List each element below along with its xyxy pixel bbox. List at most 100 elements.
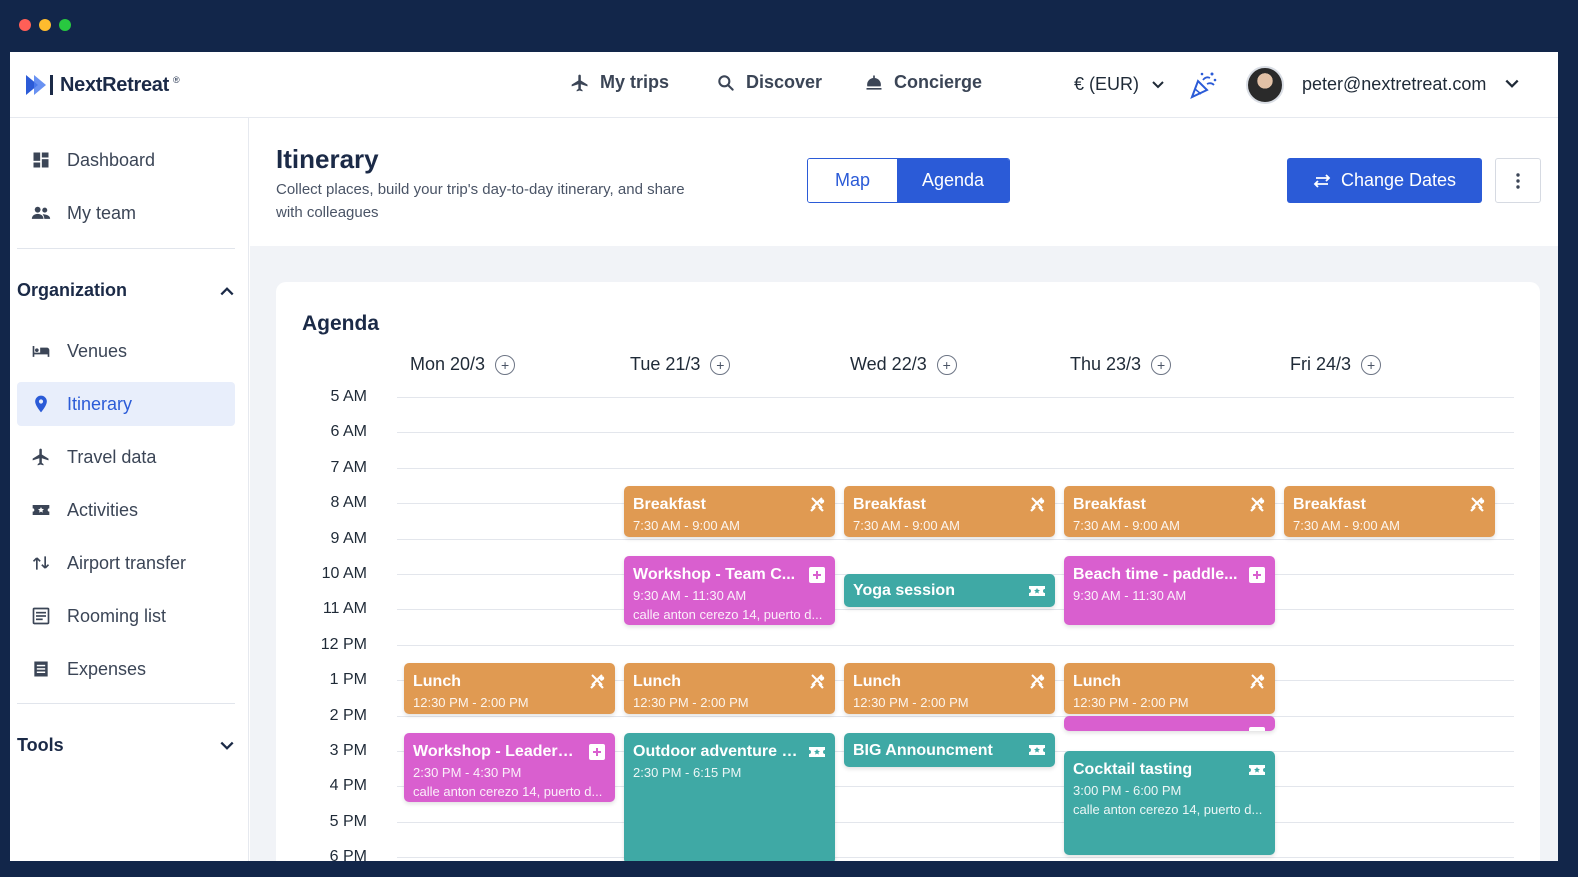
day-label: Mon 20/3 (410, 354, 486, 374)
nav-discover[interactable]: Discover (716, 72, 822, 93)
hour-label: 10 AM (321, 565, 367, 582)
hour-label: 5 AM (330, 388, 367, 405)
event-title: Lunch (1073, 672, 1121, 690)
add-event-plus-icon[interactable]: + (1361, 354, 1382, 375)
agenda-event[interactable]: Breakfast 7:30 AM - 9:00 AM (624, 485, 835, 537)
dashboard-icon (33, 152, 49, 168)
list-icon (32, 607, 50, 625)
event-time: 9:30 AM - 11:30 AM (633, 588, 747, 604)
hour-gridline (397, 715, 1514, 717)
day-label: Tue 21/3 (630, 354, 701, 374)
nav-my-trips[interactable]: My trips (570, 72, 669, 93)
sidebar-item-venues[interactable]: Venues (17, 329, 235, 373)
user-menu-chevron-down-icon[interactable] (1504, 76, 1520, 92)
event-time: 2:30 PM - 4:30 PM (413, 765, 522, 781)
agenda-event[interactable]: Beach time - paddle... 9:30 AM - 11:30 AM (1064, 556, 1275, 626)
event-time: 7:30 AM - 9:00 AM (1073, 517, 1180, 533)
agenda-event[interactable]: BIG Announcment (844, 733, 1055, 767)
sidebar-section-organization[interactable]: Organization (17, 280, 235, 301)
page-subtitle: Collect places, build your trip's day-to… (276, 181, 685, 221)
ticket-icon (809, 747, 825, 758)
sidebar-item-my-team[interactable]: My team (17, 191, 235, 235)
utensils-icon (810, 673, 825, 689)
event-title: Breakfast (633, 495, 706, 513)
sidebar-item-expenses[interactable]: Expenses (17, 647, 235, 691)
hour-label: 7 AM (330, 458, 367, 476)
sidebar-item-label: Rooming list (67, 605, 167, 626)
event-time: 12:30 PM - 2:00 PM (853, 694, 969, 710)
map-view-button[interactable]: Map (808, 159, 897, 202)
sidebar-item-travel-data[interactable]: Travel data (17, 435, 235, 479)
event-title: Workshop - Team C... (633, 566, 796, 584)
hour-label: 3 PM (329, 742, 367, 759)
bed-icon (32, 346, 50, 357)
agenda-event[interactable]: Workshop - Team C... 9:30 AM - 11:30 AM ca… (624, 556, 835, 626)
logo-mark-icon (26, 75, 53, 95)
sidebar-section-tools[interactable]: Tools (17, 735, 235, 756)
currency-label: € (EUR) (1074, 74, 1140, 94)
utensils-icon (1030, 496, 1045, 512)
day-label: Wed 22/3 (850, 354, 927, 374)
sidebar-item-activities[interactable]: Activities (17, 488, 235, 532)
hour-label: 4 PM (329, 777, 367, 795)
event-location: calle anton cerezo 14, puerto d... (413, 784, 603, 800)
brand-logo[interactable]: NextRetreat ® (24, 73, 180, 97)
nav-discover-label: Discover (746, 72, 823, 92)
hour-gridline (397, 397, 1514, 398)
event-time: 9:30 AM - 11:30 AM (1073, 588, 1187, 604)
user-avatar[interactable] (1246, 66, 1284, 104)
utensils-icon (1250, 496, 1265, 512)
utensils-icon (1250, 673, 1265, 689)
event-time: 12:30 PM - 2:00 PM (633, 694, 749, 710)
hour-gridline (397, 644, 1514, 646)
currency-selector[interactable]: € (EUR) (1074, 74, 1165, 95)
agenda-view-button[interactable]: Agenda (897, 159, 1009, 202)
sidebar-item-label: Dashboard (67, 149, 156, 170)
sidebar-item-label: Itinerary (67, 393, 133, 414)
event-title: Workshop - Leaders... (413, 743, 578, 761)
event-title: BIG Announcment (853, 741, 993, 759)
event-location: calle anton cerezo 14, puerto d... (633, 607, 823, 623)
add-event-plus-icon[interactable]: + (936, 354, 957, 375)
add-event-plus-icon[interactable]: + (1151, 354, 1172, 375)
party-popper-icon[interactable] (1188, 70, 1218, 100)
hour-label: 11 AM (322, 600, 367, 618)
add-event-plus-icon[interactable]: + (710, 354, 731, 375)
hour-label: 5 PM (329, 812, 367, 830)
agenda-event[interactable]: Cocktail tasting 3:00 PM - 6:00 PM calle a… (1064, 751, 1275, 856)
agenda-event[interactable]: Breakfast 7:30 AM - 9:00 AM (844, 485, 1055, 537)
day-label: Fri 24/3 (1290, 354, 1352, 374)
event-time: 12:30 PM - 2:00 PM (413, 694, 529, 710)
view-toggle: Map Agenda (807, 158, 1010, 203)
sidebar-item-rooming-list[interactable]: Rooming list (17, 594, 235, 638)
agenda-event[interactable]: Workshop - Leaders... 2:30 PM - 4:30 PM ca… (404, 733, 615, 803)
hour-label: 6 PM (329, 848, 367, 861)
agenda-event[interactable]: Breakfast 7:30 AM - 9:00 AM (1064, 485, 1275, 537)
change-dates-button[interactable]: Change Dates (1287, 158, 1482, 203)
minimize-window-dot[interactable] (39, 19, 51, 31)
brand-registered-mark: ® (172, 75, 180, 85)
sidebar: Dashboard My team Organization Venues It… (10, 118, 249, 861)
close-window-dot[interactable] (19, 19, 31, 31)
more-options-button[interactable] (1495, 158, 1541, 203)
nav-concierge[interactable]: Concierge (864, 72, 982, 93)
agenda-event[interactable]: Lunch 12:30 PM - 2:00 PM (844, 662, 1055, 714)
sidebar-item-airport-transfer[interactable]: Airport transfer (17, 541, 235, 585)
hour-gridline (397, 821, 1514, 823)
day-header: Tue 21/3 + (630, 354, 731, 375)
event-title: Lunch (633, 672, 681, 690)
add-event-plus-icon[interactable]: + (495, 354, 516, 375)
agenda-event[interactable]: Lunch 12:30 PM - 2:00 PM (1064, 662, 1275, 714)
agenda-event[interactable]: Outdoor adventure -... 2:30 PM - 6:15 PM (624, 733, 835, 861)
swap-arrows-icon (1313, 173, 1331, 188)
agenda-event[interactable]: Lunch 12:30 PM - 2:00 PM (624, 662, 835, 714)
agenda-event[interactable]: Breakfast 7:30 AM - 9:00 AM (1284, 485, 1495, 537)
sidebar-item-itinerary[interactable]: Itinerary (17, 382, 235, 426)
event-location: calle anton cerezo 14, puerto d... (1073, 802, 1263, 817)
agenda-event[interactable]: Yoga session (844, 574, 1055, 608)
user-email[interactable]: peter@nextretreat.com (1302, 74, 1486, 95)
agenda-event[interactable] (1064, 715, 1275, 732)
agenda-event[interactable]: Lunch 12:30 PM - 2:00 PM (404, 662, 615, 714)
maximize-window-dot[interactable] (59, 19, 71, 31)
sidebar-item-dashboard[interactable]: Dashboard (17, 138, 235, 182)
